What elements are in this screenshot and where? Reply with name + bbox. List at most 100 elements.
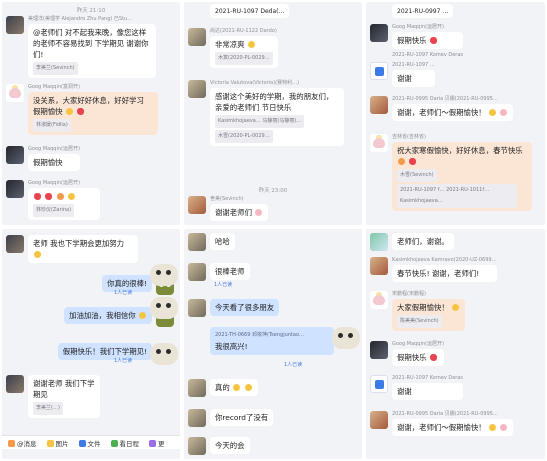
message-text: 老师们，谢谢。 bbox=[397, 237, 449, 246]
message-bubble[interactable]: 2021-RU-1097 Deda(… bbox=[210, 4, 290, 18]
reaction-badge[interactable]: 陈美美(Sevinch) bbox=[397, 315, 442, 328]
read-receipt[interactable]: 1人已读 bbox=[114, 357, 132, 364]
sticker-image[interactable] bbox=[332, 327, 360, 349]
message-bubble[interactable]: 非常凉爽 木寅(2020-PL-0029… bbox=[210, 36, 278, 68]
message-bubble[interactable]: 谢谢 bbox=[392, 70, 435, 87]
avatar[interactable] bbox=[188, 263, 206, 281]
reaction-badge[interactable]: 木雪(2020-PL-0029… bbox=[215, 130, 273, 143]
avatar[interactable] bbox=[370, 134, 388, 152]
sender-name: Kasimkhojaeva Kamravo(2020-UZ-0699… bbox=[392, 257, 497, 263]
sender-name: 舍美(Sevinch) bbox=[210, 196, 244, 202]
reaction-badge[interactable]: Kasimkhojaeva… 马静丽(马静丽)… bbox=[215, 115, 305, 128]
message-bubble[interactable]: 假期快乐！我们下学期见! bbox=[57, 343, 152, 360]
message-bubble[interactable]: 林珍仪(Zarina) bbox=[28, 188, 100, 220]
reaction-badge[interactable]: 李美兰(Sevinch) bbox=[33, 62, 78, 75]
avatar[interactable] bbox=[188, 196, 206, 214]
avatar[interactable] bbox=[6, 180, 24, 198]
message-text: 你真的很棒! bbox=[107, 279, 147, 288]
message-bubble[interactable]: 谢谢老师们 bbox=[210, 204, 269, 221]
avatar[interactable] bbox=[188, 437, 206, 455]
read-receipt[interactable]: 1人已读 bbox=[114, 289, 132, 296]
message-text: 你record了没有 bbox=[215, 413, 269, 422]
avatar[interactable] bbox=[370, 96, 388, 114]
message-bubble[interactable]: 2021-TH-0669 邓依萍(Tsengjuntao… 我很高兴! bbox=[210, 327, 334, 355]
avatar[interactable] bbox=[188, 379, 206, 397]
message-bubble[interactable]: 感谢这个美好的学期，我的朋友们，亲爱的老师们 节日快乐 Kasimkhojaev… bbox=[210, 88, 344, 146]
file-button[interactable]: 文件 bbox=[78, 438, 101, 448]
message-row: 2021-RU-1097 Komev Deras 谢谢 bbox=[370, 375, 540, 400]
sticker-image[interactable] bbox=[150, 264, 178, 286]
sticker-image[interactable] bbox=[150, 343, 178, 365]
message-bubble[interactable]: 你record了没有 bbox=[210, 409, 274, 426]
avatar[interactable] bbox=[188, 299, 206, 317]
avatar[interactable] bbox=[6, 146, 24, 164]
read-receipt[interactable]: 1人已读 bbox=[214, 281, 232, 288]
message-bubble[interactable]: 谢谢，老师们～假期愉快！ bbox=[392, 419, 514, 436]
message-row: 尚达(2021-RU-1122 Dardo) 非常凉爽 木寅(2020-PL-0… bbox=[188, 28, 358, 68]
message-bubble[interactable]: 假期愉快 bbox=[28, 154, 80, 171]
party-emoji-icon bbox=[56, 193, 64, 200]
avatar[interactable] bbox=[370, 233, 388, 251]
avatar[interactable] bbox=[6, 84, 24, 102]
message-bubble[interactable]: 谢谢 bbox=[392, 383, 464, 400]
message-text: 今天看了很多朋友 bbox=[215, 303, 275, 312]
message-bubble[interactable]: 谢谢，老师们～假期愉快！ bbox=[392, 104, 514, 121]
reaction-badge[interactable]: 2021-RU-1097 f… 2021-RU-1011f… Kasimkhoj… bbox=[397, 184, 517, 208]
message-bubble[interactable]: 今天的会 bbox=[210, 437, 250, 454]
message-row: 你record了没有 bbox=[188, 409, 358, 427]
sticker-image[interactable] bbox=[150, 297, 178, 319]
avatar[interactable] bbox=[370, 257, 388, 275]
message-row-self: 2021-TH-0669 邓依萍(Tsengjuntao… 我很高兴! bbox=[188, 327, 338, 355]
message-bubble[interactable]: 今天看了很多朋友 bbox=[210, 299, 280, 316]
heart-emoji-icon bbox=[77, 108, 85, 115]
message-bubble[interactable]: @老师们 对不起我来晚，像您这样的老师不容易找到 下学期见 谢谢你们! 李美兰(… bbox=[28, 24, 156, 78]
avatar[interactable] bbox=[370, 375, 388, 393]
message-bubble[interactable]: 老师 我也下学期会更加努力 bbox=[28, 235, 138, 263]
quoted-reply[interactable]: 2021-RU-1097 Komev Deras bbox=[392, 52, 463, 58]
message-bubble[interactable]: 很棒老师 bbox=[210, 263, 250, 280]
quoted-reply[interactable]: 2021-TH-0669 邓依萍(Tsengjuntao… bbox=[215, 330, 329, 341]
mention-button[interactable]: @消息 bbox=[8, 438, 37, 448]
message-bubble[interactable]: 祝大家寒假愉快，好好休息，春节快乐 木雪(Sevinch) 2021-RU-10… bbox=[392, 142, 532, 211]
avatar[interactable] bbox=[370, 62, 388, 80]
message-bubble[interactable]: 加油加油，我相信你 bbox=[64, 307, 152, 324]
avatar[interactable] bbox=[188, 80, 206, 98]
message-bubble[interactable]: 哈哈 bbox=[210, 233, 235, 250]
message-bubble[interactable]: 假期快乐 bbox=[392, 32, 464, 49]
message-bubble[interactable]: 没关系，大家好好休息，好好学习 假期愉快 林淑媛(Fidila) bbox=[28, 92, 158, 135]
message-text: 假期快乐 bbox=[397, 353, 427, 362]
message-text: 2021-RU-0997 … bbox=[397, 8, 449, 15]
avatar[interactable] bbox=[370, 291, 388, 309]
schedule-button[interactable]: 看日程 bbox=[110, 438, 139, 448]
avatar[interactable] bbox=[370, 411, 388, 429]
message-bubble[interactable]: 2021-RU-0997 … bbox=[392, 4, 454, 18]
message-text: 我很高兴! bbox=[215, 342, 248, 351]
avatar[interactable] bbox=[370, 341, 388, 359]
more-button[interactable]: 更 bbox=[149, 438, 165, 448]
avatar[interactable] bbox=[188, 409, 206, 427]
reaction-badge[interactable]: 林珍仪(Zarina) bbox=[33, 204, 75, 217]
message-bubble[interactable]: 老师们，谢谢。 bbox=[392, 233, 454, 250]
message-text: 谢谢 bbox=[397, 387, 412, 396]
message-bubble[interactable]: 假期快乐 bbox=[392, 349, 444, 366]
read-receipt[interactable]: 1人已读 bbox=[284, 361, 302, 368]
avatar[interactable] bbox=[6, 375, 24, 393]
reaction-badge[interactable]: 林淑媛(Fidila) bbox=[33, 119, 71, 132]
message-toolbar: @消息 图片 文件 看日程 更 bbox=[8, 438, 165, 448]
reaction-badge[interactable]: 李美兰(…) bbox=[33, 402, 63, 415]
pig-emoji-icon bbox=[255, 209, 263, 216]
avatar[interactable] bbox=[6, 16, 24, 34]
message-bubble[interactable]: 真的 bbox=[210, 379, 258, 396]
avatar[interactable] bbox=[188, 28, 206, 46]
avatar[interactable] bbox=[370, 24, 388, 42]
message-bubble[interactable]: 谢谢老师 我们下学期见 李美兰(…) bbox=[28, 375, 100, 418]
image-button[interactable]: 图片 bbox=[46, 438, 69, 448]
sender-name: 美理洋(美理学 Alejandro Zhu Pang) 已Stu… bbox=[28, 16, 133, 22]
message-bubble[interactable]: 春节快乐! 谢谢，老师们! bbox=[392, 265, 497, 282]
message-text: 真的 bbox=[215, 383, 230, 392]
reaction-badge[interactable]: 木寅(2020-PL-0029… bbox=[215, 52, 273, 65]
avatar[interactable] bbox=[6, 235, 24, 253]
avatar[interactable] bbox=[188, 233, 206, 251]
message-bubble[interactable]: 大家假期愉快！ 陈美美(Sevinch) bbox=[392, 299, 466, 331]
reaction-badge[interactable]: 木雪(Sevinch) bbox=[397, 169, 437, 182]
